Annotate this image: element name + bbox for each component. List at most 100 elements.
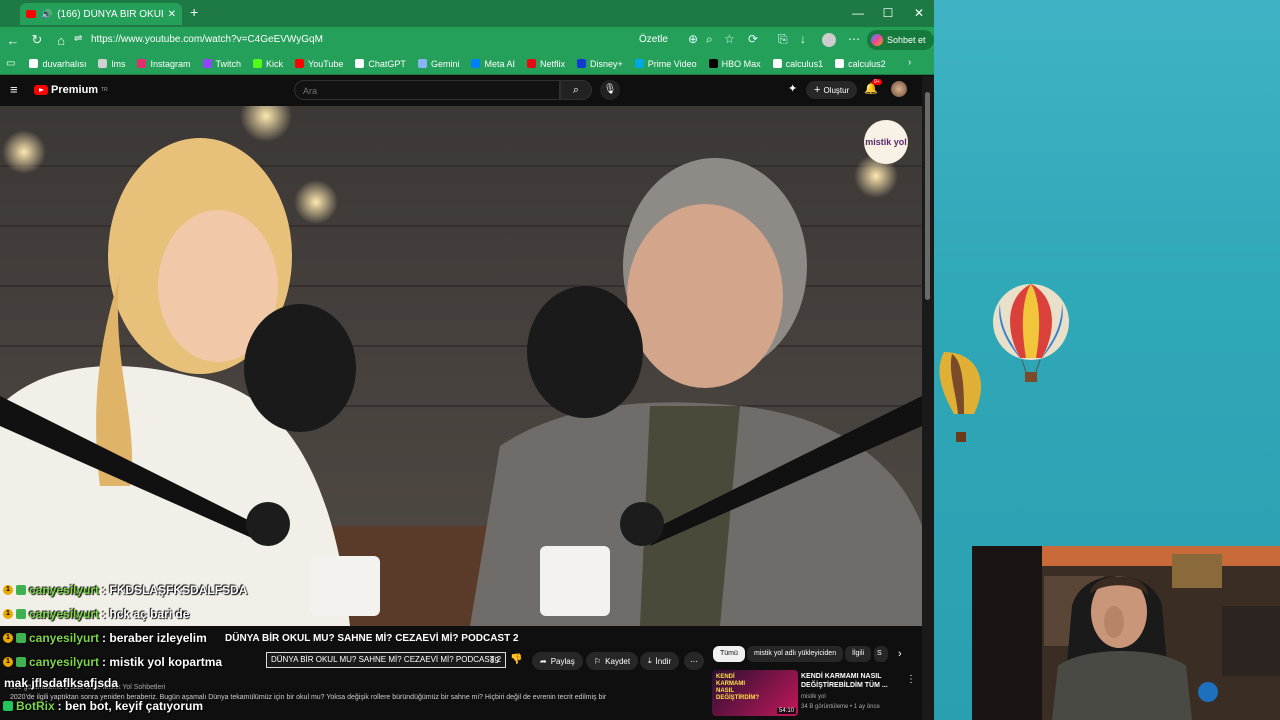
- watermark-text: mistik yol: [865, 136, 907, 147]
- recommendation-menu-icon[interactable]: ⋮: [906, 674, 916, 685]
- bookmark-item[interactable]: lms: [92, 59, 131, 69]
- video-player[interactable]: mistik yol: [0, 106, 922, 626]
- download-icon: ⤓: [648, 656, 652, 665]
- notification-count-badge: 9+: [872, 79, 882, 85]
- recommendation-channel[interactable]: mistik yol: [801, 694, 826, 700]
- download-button[interactable]: ⤓ İndir: [640, 652, 680, 670]
- bookmark-item[interactable]: Netflix: [521, 59, 571, 69]
- translate-icon[interactable]: ⊕: [688, 32, 698, 46]
- recommendation-thumbnail[interactable]: KENDİ KARMAMI NASIL DEĞİŞTİRDİM? 54:10: [712, 670, 798, 716]
- new-tab-button[interactable]: +: [190, 4, 198, 20]
- search-input[interactable]: [295, 82, 559, 100]
- reading-list-icon[interactable]: ▭: [6, 58, 15, 69]
- bookmark-item[interactable]: ChatGPT: [349, 59, 412, 69]
- create-button[interactable]: + Oluştur: [806, 81, 858, 99]
- collections-icon[interactable]: ⎘: [778, 32, 788, 47]
- account-avatar[interactable]: [891, 81, 907, 97]
- webcam-image: [972, 546, 1280, 720]
- chips-next-icon[interactable]: ›: [898, 648, 902, 660]
- summarize-button[interactable]: Özetle: [639, 34, 668, 45]
- share-button[interactable]: ➦ Paylaş: [532, 652, 583, 670]
- youtube-logo[interactable]: Premium TR: [34, 84, 108, 96]
- refresh-icon[interactable]: ↻: [30, 32, 44, 48]
- copilot-icon: [871, 34, 883, 46]
- profile-avatar[interactable]: [822, 33, 836, 47]
- copilot-chat-button[interactable]: Sohbet et: [867, 30, 934, 50]
- more-options-icon[interactable]: ⋯: [848, 32, 860, 46]
- menu-icon[interactable]: ≡: [10, 82, 18, 97]
- close-window-button[interactable]: ✕: [912, 6, 926, 20]
- bookmark-label: Disney+: [589, 58, 623, 69]
- extensions-icon[interactable]: ⟳: [748, 32, 758, 46]
- bookmark-label: Meta AI: [484, 58, 515, 69]
- bookmark-favicon-icon: [202, 59, 212, 68]
- chat-badge-icon: [16, 657, 26, 667]
- bookmark-item[interactable]: Prime Video: [629, 59, 703, 69]
- like-count[interactable]: 89: [490, 656, 499, 665]
- save-button[interactable]: ⚐ Kaydet: [586, 652, 639, 670]
- site-info-icon[interactable]: ⇌: [74, 33, 82, 44]
- speaker-icon[interactable]: 🔊: [41, 9, 52, 20]
- bookmark-item[interactable]: calculus2: [829, 59, 892, 69]
- bookmark-item[interactable]: Gemini: [412, 59, 466, 69]
- bot-badge-icon: [3, 701, 13, 711]
- logo-region: TR: [101, 87, 108, 93]
- favorite-star-icon[interactable]: ☆: [724, 32, 735, 46]
- chat-text: : hck aç bari de: [102, 607, 190, 621]
- voice-search-button[interactable]: 🎙: [600, 80, 620, 100]
- tab-title: (166) DÜNYA BİR OKUL MU? SAHNE MI? CEZAE…: [57, 8, 162, 20]
- bookmark-item[interactable]: Kick: [247, 59, 289, 69]
- url-field[interactable]: https://www.youtube.com/watch?v=C4GeEVWy…: [91, 34, 323, 45]
- downloads-icon[interactable]: ↓: [800, 32, 806, 46]
- browser-tab[interactable]: 🔊 (166) DÜNYA BİR OKUL MU? SAHNE MI? CEZ…: [20, 3, 182, 25]
- copilot-chat-label: Sohbet et: [887, 35, 926, 45]
- chat-message-continuation: mak jflsdaflksafjsda: [4, 676, 118, 690]
- bookmark-label: HBO Max: [721, 58, 761, 69]
- chat-badge-icon: [16, 585, 26, 595]
- chip-from-uploader[interactable]: mistik yol adlı yükleyiciden: [747, 646, 844, 662]
- minimize-button[interactable]: —: [851, 6, 865, 20]
- hot-air-balloon-image: [993, 284, 1069, 382]
- bookmark-item[interactable]: Instagram: [131, 59, 196, 69]
- youtube-play-icon: [34, 85, 48, 95]
- home-icon[interactable]: ⌂: [54, 33, 68, 48]
- bookmark-item[interactable]: Meta AI: [465, 59, 521, 69]
- chat-username: canyesilyurt: [29, 655, 100, 669]
- more-bookmarks-icon[interactable]: ›: [908, 57, 911, 68]
- more-horizontal-icon: ⋯: [690, 656, 698, 666]
- scrollbar-thumb[interactable]: [925, 92, 930, 300]
- chip-all[interactable]: Tümü: [713, 646, 745, 662]
- chip-related[interactable]: İlgili: [845, 646, 872, 662]
- bookmark-item[interactable]: Twitch: [197, 59, 248, 69]
- bookmark-item[interactable]: HBO Max: [703, 59, 767, 69]
- bookmark-item[interactable]: calculus1: [767, 59, 830, 69]
- bookmark-favicon-icon: [526, 59, 536, 68]
- bookmark-item[interactable]: YouTube: [289, 59, 349, 69]
- bookmark-favicon-icon: [634, 59, 644, 68]
- sub-badge-icon: 1: [3, 657, 13, 667]
- bookmark-favicon-icon: [253, 59, 263, 68]
- chip-more[interactable]: S: [874, 646, 888, 662]
- create-label: Oluştur: [823, 85, 850, 95]
- zoom-icon[interactable]: ⌕: [706, 32, 713, 47]
- thumbnail-text: KENDİ KARMAMI NASIL DEĞİŞTİRDİM?: [716, 674, 759, 701]
- chat-badge-icon: [16, 609, 26, 619]
- chat-message: 1 canyesilyurt : mistik yol kopartma: [3, 655, 222, 669]
- bookmark-favicon-icon: [835, 59, 845, 68]
- search-button[interactable]: ⌕: [560, 80, 592, 100]
- back-icon[interactable]: ←: [6, 33, 20, 48]
- bookmark-item[interactable]: duvarhalısı: [23, 59, 92, 69]
- share-label: Paylaş: [550, 656, 575, 666]
- recommendation-title[interactable]: KENDİ KARMAMI NASIL DEĞİŞTİREBİLDİM TÜM …: [801, 672, 891, 690]
- bookmark-label: Instagram: [150, 58, 191, 69]
- bookmark-label: Gemini: [430, 58, 460, 69]
- webcam-overlay: [972, 546, 1280, 720]
- dislike-icon[interactable]: 👎: [510, 654, 522, 665]
- channel-watermark[interactable]: mistik yol: [864, 120, 908, 164]
- close-tab-icon[interactable]: ✕: [168, 9, 176, 20]
- maximize-button[interactable]: ☐: [881, 6, 895, 20]
- sparkle-icon[interactable]: ✦: [788, 82, 797, 95]
- bookmark-item[interactable]: Disney+: [571, 59, 629, 69]
- more-actions-button[interactable]: ⋯: [684, 652, 704, 670]
- chat-text: mak jflsdaflksafjsda: [4, 676, 119, 690]
